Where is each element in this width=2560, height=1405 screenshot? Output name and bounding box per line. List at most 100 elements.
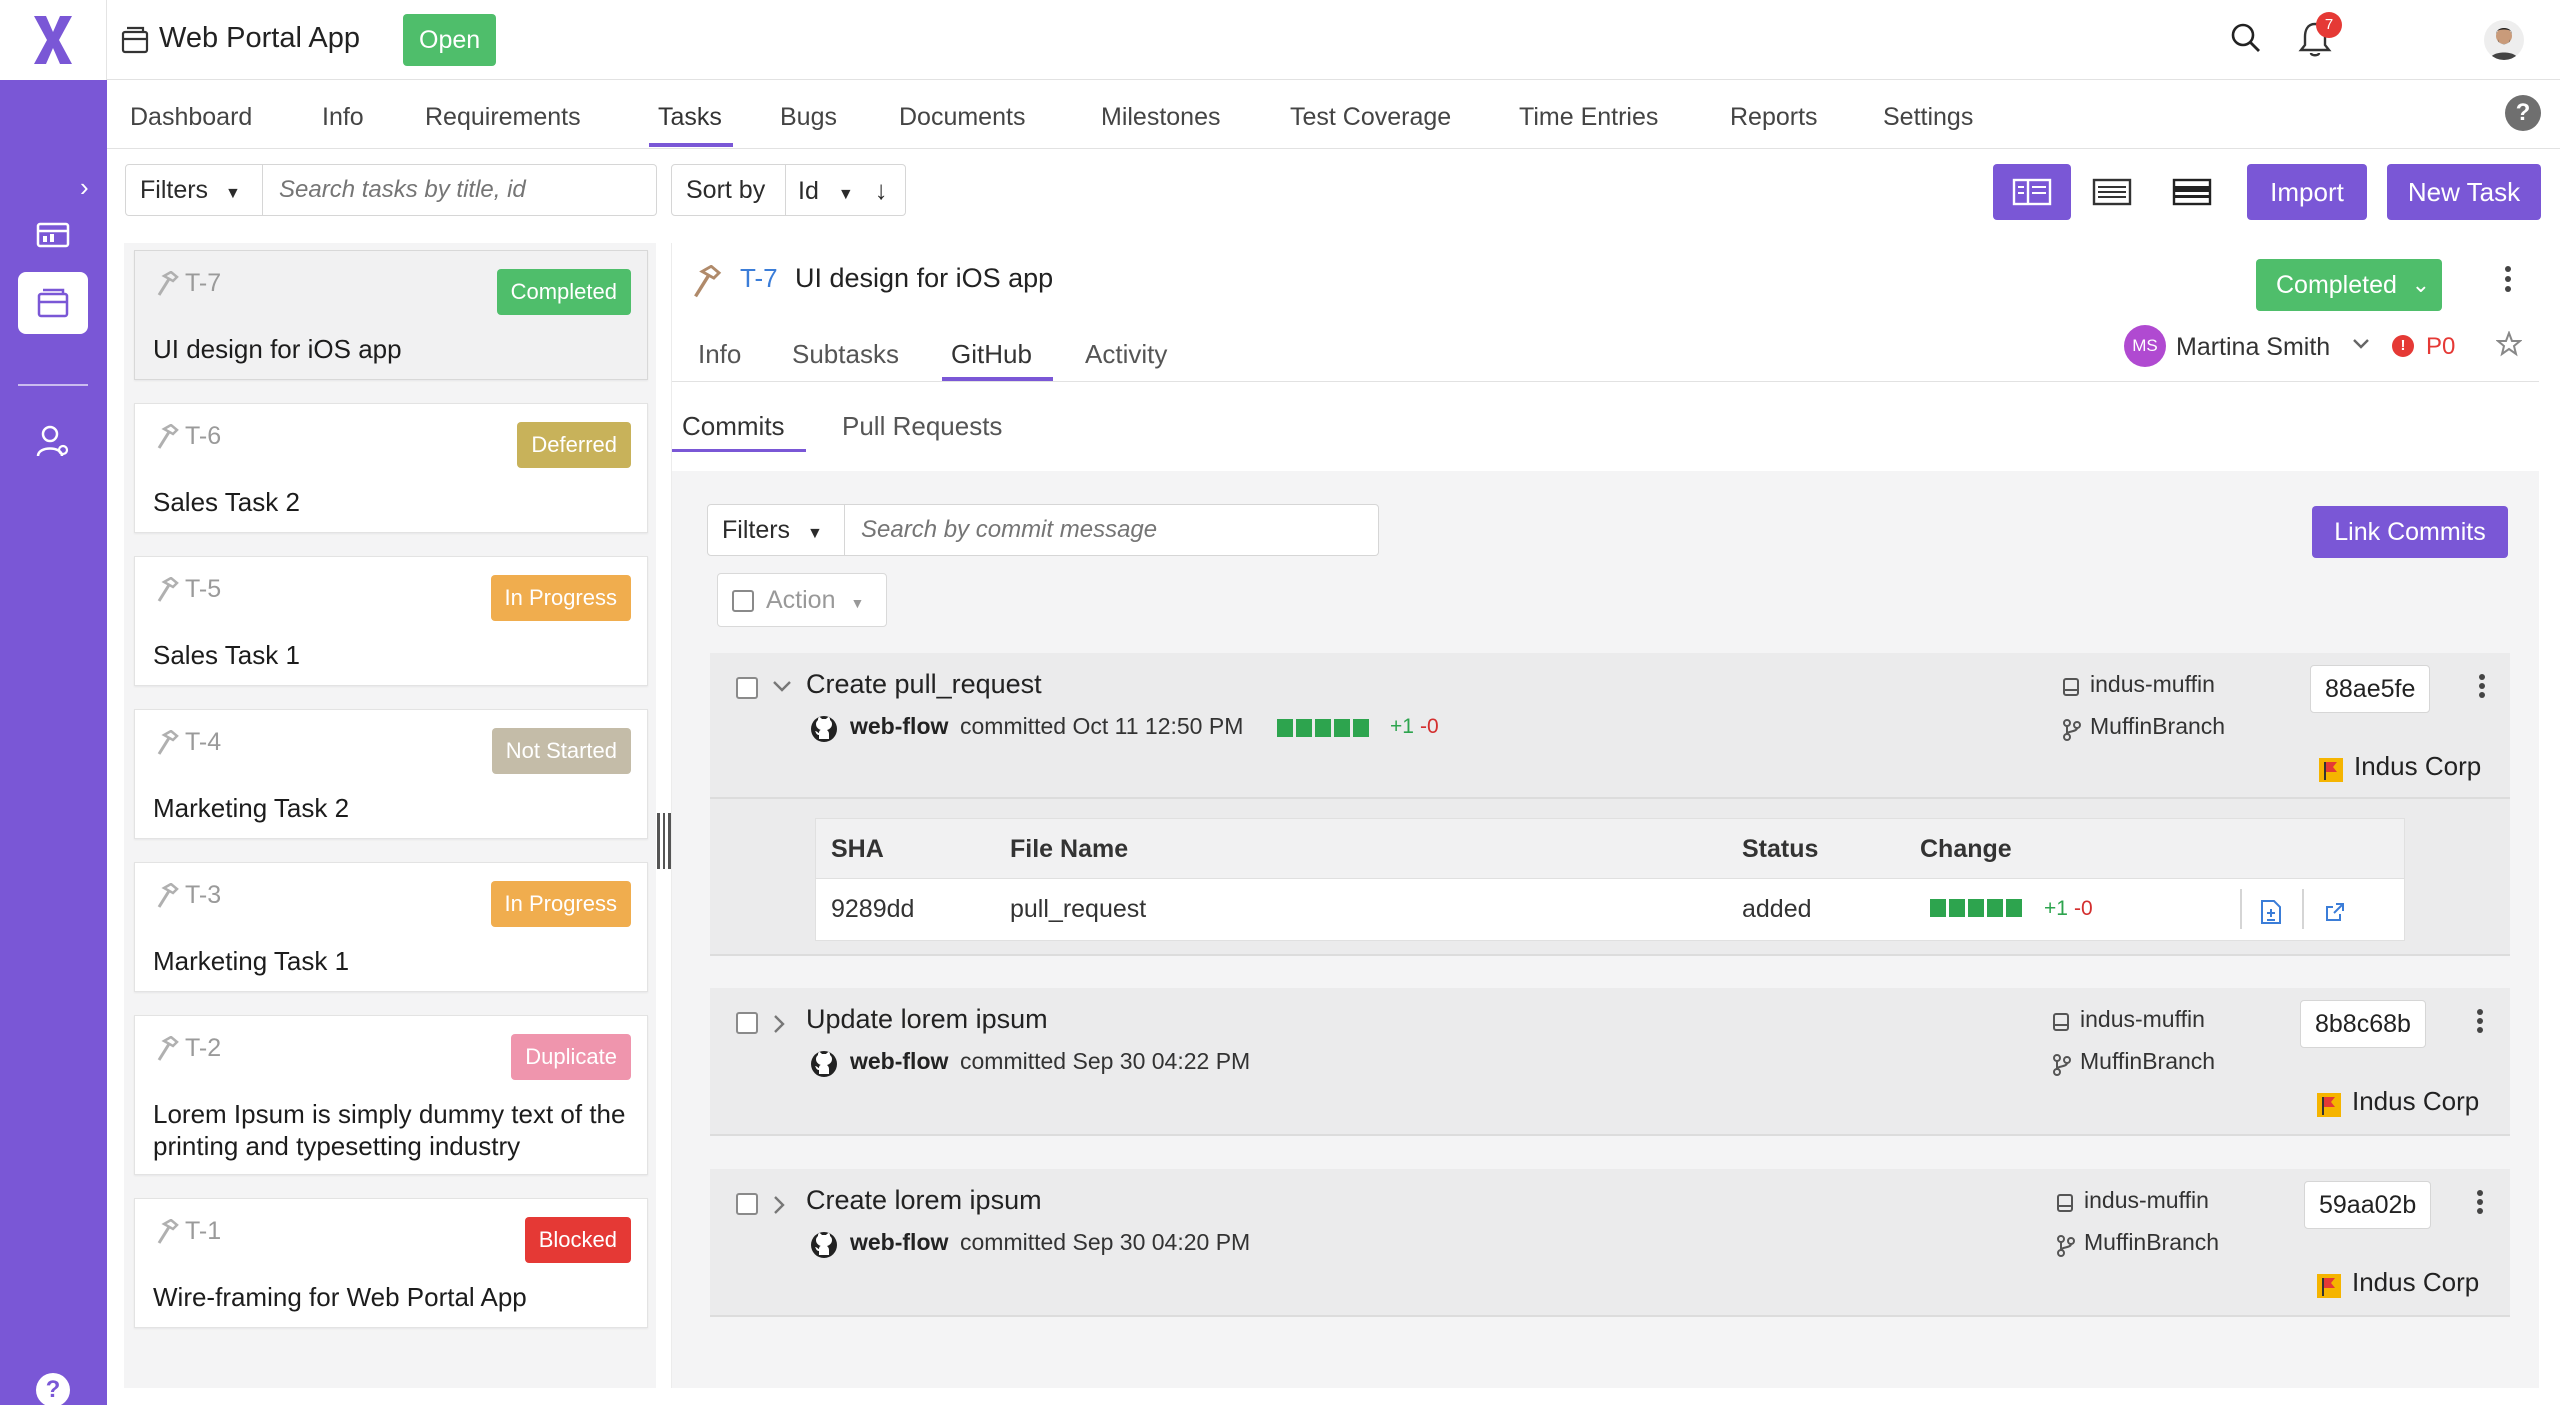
task-card[interactable]: T-3 In Progress Marketing Task 1	[134, 862, 648, 992]
column-header-sha: SHA	[831, 835, 884, 863]
file-diff-icon[interactable]	[2260, 899, 2282, 930]
branch-name: MuffinBranch	[2090, 713, 2226, 739]
more-options-icon[interactable]	[2478, 673, 2486, 704]
commit-row[interactable]: Create pull_request web-flow committed O…	[710, 653, 2510, 799]
list-view-icon	[2092, 178, 2132, 206]
star-icon[interactable]	[2495, 330, 2523, 362]
task-status-badge: Completed	[496, 269, 631, 315]
assignee-name[interactable]: Martina Smith	[2176, 333, 2330, 362]
commit-checkbox[interactable]	[736, 1193, 758, 1215]
sort-by-label: Sort by	[671, 164, 786, 216]
compact-view-button[interactable]	[2153, 164, 2231, 220]
nav-tab-reports[interactable]: Reports	[1730, 103, 1818, 132]
commit-checkbox[interactable]	[736, 677, 758, 699]
rail-dashboard-button[interactable]	[18, 204, 88, 266]
nav-tab-test-coverage[interactable]: Test Coverage	[1290, 103, 1451, 132]
rail-help-icon[interactable]: ?	[36, 1373, 70, 1405]
hammer-icon	[155, 1218, 179, 1250]
more-options-icon[interactable]	[2476, 1189, 2484, 1220]
commit-sha[interactable]: 59aa02b	[2304, 1181, 2432, 1229]
dashboard-icon	[36, 222, 70, 248]
task-detail-title: UI design for iOS app	[795, 263, 1054, 293]
sort-direction-arrow-icon[interactable]: ↓	[875, 175, 888, 205]
subtab-active-indicator	[672, 449, 806, 452]
github-icon	[810, 1050, 838, 1083]
nav-tab-dashboard[interactable]: Dashboard	[130, 103, 252, 132]
detail-tab-activity[interactable]: Activity	[1085, 339, 1167, 370]
commit-search-input[interactable]	[845, 504, 1379, 556]
sort-field-value: Id	[798, 177, 819, 205]
rail-users-button[interactable]	[18, 410, 88, 472]
nav-tab-bugs[interactable]: Bugs	[780, 103, 837, 132]
commit-row[interactable]: Create lorem ipsum web-flow committed Se…	[710, 1169, 2510, 1317]
commit-sha[interactable]: 8b8c68b	[2300, 1000, 2426, 1048]
commit-checkbox[interactable]	[736, 1012, 758, 1034]
task-search-input[interactable]	[263, 164, 657, 216]
user-avatar[interactable]	[2484, 20, 2524, 60]
commit-filters-dropdown[interactable]: Filters ▼	[707, 504, 845, 556]
search-icon[interactable]	[2230, 22, 2262, 59]
bulk-action-dropdown[interactable]: Action ▼	[717, 573, 887, 627]
task-status-badge: Duplicate	[511, 1034, 631, 1080]
rail-projects-button[interactable]	[18, 272, 88, 334]
nav-tab-documents[interactable]: Documents	[899, 103, 1025, 132]
priority-label[interactable]: P0	[2426, 333, 2455, 361]
caret-down-icon: ▼	[807, 525, 823, 542]
file-additions-count: +1	[2044, 897, 2068, 920]
file-sha: 9289dd	[831, 895, 915, 923]
more-options-icon[interactable]	[2476, 1008, 2484, 1039]
priority-alert-icon: !	[2392, 335, 2414, 357]
filters-dropdown[interactable]: Filters ▼	[125, 164, 263, 216]
repository-icon	[2056, 1193, 2074, 1218]
commit-date: committed Sep 30 04:20 PM	[960, 1229, 1251, 1255]
task-card[interactable]: T-2 Duplicate Lorem Ipsum is simply dumm…	[134, 1015, 648, 1175]
new-task-button[interactable]: New Task	[2387, 164, 2541, 220]
detail-tab-subtasks[interactable]: Subtasks	[792, 339, 899, 370]
external-link-icon[interactable]	[2324, 901, 2346, 928]
task-status-dropdown[interactable]: Completed ⌄	[2256, 259, 2442, 311]
more-options-icon[interactable]	[2504, 265, 2512, 298]
panel-resize-handle[interactable]	[657, 813, 671, 869]
nav-tab-requirements[interactable]: Requirements	[425, 103, 581, 132]
task-status-badge: Blocked	[524, 1217, 631, 1263]
repository-name: indus-muffin	[2084, 1187, 2209, 1213]
task-detail-id[interactable]: T-7	[740, 263, 778, 294]
commit-sha[interactable]: 88ae5fe	[2310, 665, 2431, 713]
commit-row[interactable]: Update lorem ipsum web-flow committed Se…	[710, 988, 2510, 1136]
import-button[interactable]: Import	[2247, 164, 2367, 220]
nav-tab-info[interactable]: Info	[322, 103, 364, 132]
nav-tab-tasks[interactable]: Tasks	[658, 103, 722, 132]
detail-tab-info[interactable]: Info	[698, 339, 741, 370]
chevron-down-icon[interactable]	[2352, 337, 2370, 355]
chevron-right-icon[interactable]	[772, 1014, 786, 1039]
select-all-checkbox[interactable]	[732, 590, 754, 612]
commit-date: committed Sep 30 04:22 PM	[960, 1048, 1251, 1074]
task-card[interactable]: T-1 Blocked Wire-framing for Web Portal …	[134, 1198, 648, 1328]
subtab-commits[interactable]: Commits	[682, 411, 785, 442]
split-view-button[interactable]	[1993, 164, 2071, 220]
caret-down-icon: ▼	[837, 186, 854, 203]
task-card[interactable]: T-5 In Progress Sales Task 1	[134, 556, 648, 686]
additions-count: +1	[1390, 715, 1414, 738]
nav-active-indicator	[649, 143, 733, 147]
sort-field-dropdown[interactable]: Id ▼ ↓	[786, 164, 906, 216]
task-list: T-7 Completed UI design for iOS app T-6 …	[124, 243, 656, 1388]
app-status-badge[interactable]: Open	[403, 14, 497, 66]
hammer-icon	[155, 729, 179, 761]
chevron-down-icon[interactable]	[772, 679, 792, 698]
subtab-pull-requests[interactable]: Pull Requests	[842, 411, 1002, 442]
expand-sidebar-chevron-icon[interactable]: ›	[80, 172, 89, 203]
task-card[interactable]: T-7 Completed UI design for iOS app	[134, 250, 648, 380]
link-commits-button[interactable]: Link Commits	[2312, 506, 2508, 558]
task-card[interactable]: T-4 Not Started Marketing Task 2	[134, 709, 648, 839]
chevron-right-icon[interactable]	[772, 1195, 786, 1220]
list-view-button[interactable]	[2073, 164, 2151, 220]
app-logo[interactable]	[0, 0, 107, 80]
task-card[interactable]: T-6 Deferred Sales Task 2	[134, 403, 648, 533]
nav-tab-time-entries[interactable]: Time Entries	[1519, 103, 1658, 132]
x-logo-icon	[34, 16, 72, 64]
detail-tab-github[interactable]: GitHub	[951, 339, 1032, 370]
nav-tab-milestones[interactable]: Milestones	[1101, 103, 1221, 132]
help-icon[interactable]: ?	[2505, 95, 2541, 131]
nav-tab-settings[interactable]: Settings	[1883, 103, 1973, 132]
